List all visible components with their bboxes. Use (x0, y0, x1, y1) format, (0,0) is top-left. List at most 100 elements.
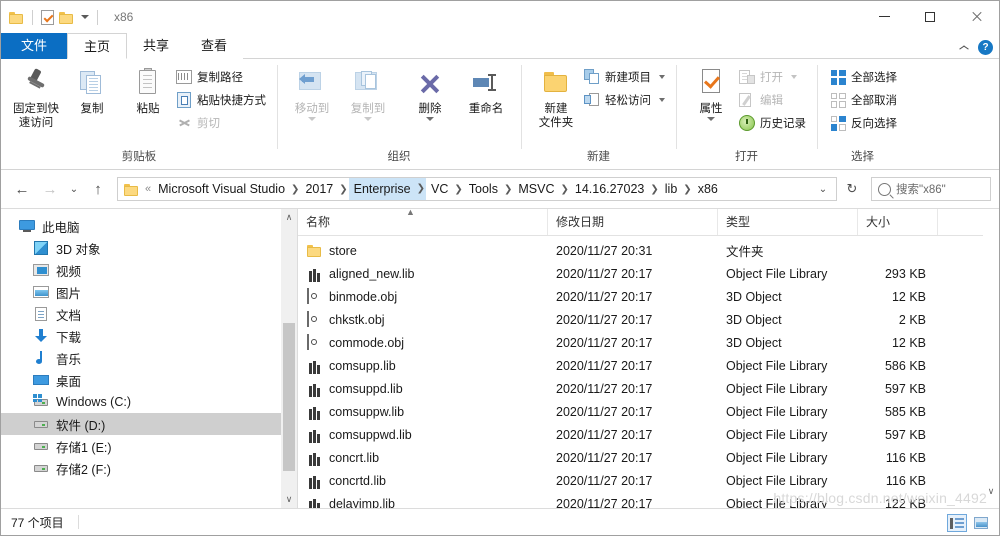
new-folder-button[interactable]: 新建 文件夹 (528, 63, 584, 130)
back-button[interactable]: ← (9, 176, 35, 202)
sidebar-item-storage1-e[interactable]: 存储1 (E:) (1, 435, 297, 457)
maximize-button[interactable] (907, 1, 953, 32)
recent-locations-button[interactable]: ⌄ (65, 176, 83, 202)
copy-to-caret-icon[interactable] (364, 117, 372, 121)
delete-caret-icon[interactable] (426, 117, 434, 121)
tab-share[interactable]: 共享 (127, 33, 185, 59)
file-name: comsuppw.lib (329, 404, 405, 419)
select-none-button[interactable]: 全部取消 (830, 90, 901, 110)
quick-access-new-folder-icon[interactable] (59, 11, 74, 24)
edit-button[interactable]: 编辑 (739, 90, 810, 110)
breadcrumb-item-visual-studio[interactable]: Microsoft Visual Studio (153, 178, 290, 200)
copy-button[interactable]: 复制 (64, 63, 120, 116)
search-input[interactable]: 搜索"x86" (896, 181, 946, 197)
address-dropdown-chevron-down-icon[interactable]: ⌄ (812, 184, 834, 195)
sidebar-item-software-d[interactable]: 软件 (D:) (1, 413, 297, 435)
new-item-button[interactable]: 新建项目 (584, 67, 669, 87)
select-all-button[interactable]: 全部选择 (830, 67, 901, 87)
breadcrumb-item-enterprise[interactable]: Enterprise (348, 178, 416, 200)
breadcrumb-overflow[interactable]: « (143, 183, 153, 195)
column-header-size[interactable]: 大小 (858, 209, 938, 235)
open-caret-icon[interactable] (791, 75, 797, 79)
paste-button[interactable]: 粘贴 (120, 63, 176, 116)
help-icon[interactable]: ? (978, 40, 993, 55)
search-box[interactable]: 搜索"x86" (871, 177, 991, 201)
quick-access-properties-icon[interactable] (41, 9, 54, 25)
minimize-button[interactable] (861, 1, 907, 32)
tab-file[interactable]: 文件 (1, 33, 68, 59)
column-header-type[interactable]: 类型 (718, 209, 858, 235)
cut-button[interactable]: 剪切 (176, 113, 270, 133)
quick-access-folder-icon[interactable] (9, 11, 24, 24)
navigation-scrollbar[interactable]: ∧ ∨ (281, 209, 297, 508)
table-row[interactable]: binmode.obj 2020/11/27 20:17 3D Object 1… (298, 285, 999, 308)
easy-access-caret-icon[interactable] (659, 98, 665, 102)
breadcrumb-item-lib[interactable]: lib (660, 178, 683, 200)
table-row[interactable]: commode.obj 2020/11/27 20:17 3D Object 1… (298, 331, 999, 354)
sidebar-item-this-pc[interactable]: 此电脑 (1, 215, 297, 237)
easy-access-button[interactable]: 轻松访问 (584, 90, 669, 110)
table-row[interactable]: chkstk.obj 2020/11/27 20:17 3D Object 2 … (298, 308, 999, 331)
sidebar-item-music[interactable]: 音乐 (1, 347, 297, 369)
sidebar-item-videos[interactable]: 视频 (1, 259, 297, 281)
table-row[interactable]: comsupp.lib 2020/11/27 20:17 Object File… (298, 354, 999, 377)
pin-to-quick-access-button[interactable]: 固定到快 速访问 (8, 63, 64, 130)
sidebar-item-desktop[interactable]: 桌面 (1, 369, 297, 391)
rename-button[interactable]: 重命名 (458, 63, 514, 116)
move-to-caret-icon[interactable] (308, 117, 316, 121)
sidebar-item-3d-objects[interactable]: 3D 对象 (1, 237, 297, 259)
scrollbar-thumb[interactable] (283, 323, 295, 471)
breadcrumb-item-version[interactable]: 14.16.27023 (570, 178, 650, 200)
large-icons-view-button[interactable] (971, 514, 991, 532)
copy-to-button[interactable]: 复制到 (340, 63, 396, 121)
customize-quick-access-caret-icon[interactable] (81, 15, 89, 19)
column-header-date[interactable]: 修改日期 (548, 209, 718, 235)
column-header-name[interactable]: 名称 (298, 209, 548, 235)
paste-shortcut-button[interactable]: 粘贴快捷方式 (176, 90, 270, 110)
properties-button[interactable]: 属性 (683, 63, 739, 121)
invert-selection-button[interactable]: 反向选择 (830, 113, 901, 133)
properties-caret-icon[interactable] (707, 117, 715, 121)
delete-button[interactable]: 删除 (402, 63, 458, 121)
table-row[interactable]: concrt.lib 2020/11/27 20:17 Object File … (298, 446, 999, 469)
collapse-ribbon-chevron-up-icon[interactable] (959, 43, 968, 52)
table-row[interactable]: comsuppw.lib 2020/11/27 20:17 Object Fil… (298, 400, 999, 423)
table-row[interactable]: comsuppwd.lib 2020/11/27 20:17 Object Fi… (298, 423, 999, 446)
title-bar: x86 (1, 1, 999, 33)
file-date: 2020/11/27 20:17 (556, 473, 653, 488)
scroll-down-chevron-icon[interactable]: ∨ (281, 491, 297, 508)
breadcrumb-item-vc[interactable]: VC (426, 178, 453, 200)
address-breadcrumb-box[interactable]: « Microsoft Visual Studio ❯ 2017 ❯ Enter… (117, 177, 837, 201)
forward-button[interactable]: → (37, 176, 63, 202)
table-row[interactable]: aligned_new.lib 2020/11/27 20:17 Object … (298, 262, 999, 285)
file-rows: store 2020/11/27 20:31 文件夹 aligned_new.l… (298, 236, 999, 508)
history-button[interactable]: 历史记录 (739, 113, 810, 133)
sidebar-item-windows-c[interactable]: Windows (C:) (1, 391, 297, 413)
file-list-scrollbar[interactable]: ∨ (983, 235, 999, 508)
sidebar-item-pictures[interactable]: 图片 (1, 281, 297, 303)
table-row[interactable]: comsuppd.lib 2020/11/27 20:17 Object Fil… (298, 377, 999, 400)
tab-view[interactable]: 查看 (185, 33, 243, 59)
move-to-button[interactable]: 移动到 (284, 63, 340, 121)
tab-home[interactable]: 主页 (67, 33, 128, 59)
up-button[interactable]: ↑ (85, 176, 111, 202)
breadcrumb-item-x86[interactable]: x86 (693, 178, 723, 200)
breadcrumb-item-tools[interactable]: Tools (464, 178, 503, 200)
refresh-button[interactable]: ↻ (839, 177, 865, 201)
close-button[interactable] (953, 1, 999, 32)
new-item-caret-icon[interactable] (659, 75, 665, 79)
details-view-button[interactable] (947, 514, 967, 532)
open-button[interactable]: 打开 (739, 67, 810, 87)
table-row[interactable]: concrtd.lib 2020/11/27 20:17 Object File… (298, 469, 999, 492)
library-icon (306, 496, 322, 508)
sidebar-item-storage2-f[interactable]: 存储2 (F:) (1, 457, 297, 479)
copy-path-button[interactable]: 复制路径 (176, 67, 270, 87)
table-row[interactable]: store 2020/11/27 20:31 文件夹 (298, 239, 999, 262)
scroll-up-chevron-icon[interactable]: ∧ (281, 209, 297, 226)
sidebar-item-downloads[interactable]: 下载 (1, 325, 297, 347)
file-date: 2020/11/27 20:17 (556, 335, 653, 350)
breadcrumb-item-2017[interactable]: 2017 (300, 178, 338, 200)
sidebar-item-documents[interactable]: 文档 (1, 303, 297, 325)
status-bar: 77 个项目 (1, 508, 999, 535)
breadcrumb-item-msvc[interactable]: MSVC (513, 178, 559, 200)
